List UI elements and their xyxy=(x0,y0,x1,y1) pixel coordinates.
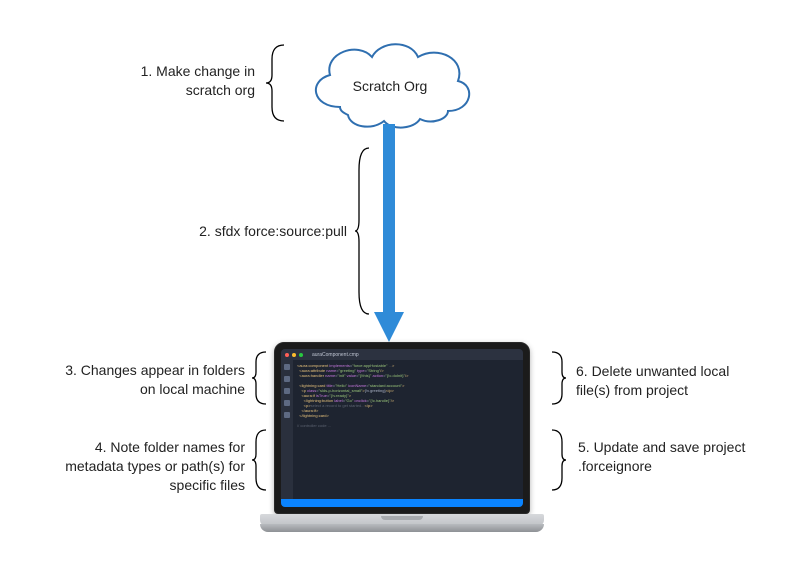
editor-taskbar xyxy=(281,499,523,507)
step6-label: 6. Delete unwanted local file(s) from pr… xyxy=(576,362,756,400)
laptop-foot xyxy=(260,524,544,532)
step3-label: 3. Changes appear in folders on local ma… xyxy=(65,361,245,399)
step3-brace xyxy=(250,350,268,406)
editor-titlebar: auraComponent.cmp xyxy=(281,349,523,360)
step4-label: 4. Note folder names for metadata types … xyxy=(60,438,245,495)
window-max-dot xyxy=(299,353,303,357)
editor-sidebar xyxy=(281,360,293,499)
step4-brace xyxy=(250,428,268,492)
editor-tab: auraComponent.cmp xyxy=(312,352,359,358)
sidebar-icon xyxy=(284,388,290,394)
laptop: auraComponent.cmp <aura:component implem… xyxy=(260,342,544,532)
window-close-dot xyxy=(285,353,289,357)
sidebar-icon xyxy=(284,376,290,382)
code-editor-window: auraComponent.cmp <aura:component implem… xyxy=(281,349,523,507)
sidebar-icon xyxy=(284,364,290,370)
step2-label: 2. sfdx force:source:pull xyxy=(142,222,347,241)
sidebar-icon xyxy=(284,412,290,418)
laptop-screen: auraComponent.cmp <aura:component implem… xyxy=(274,342,530,514)
sidebar-icon xyxy=(284,400,290,406)
down-arrow xyxy=(374,124,404,344)
step6-brace xyxy=(550,350,568,406)
step5-label: 5. Update and save project .forceignore xyxy=(578,438,773,476)
step1-label: 1. Make change in scratch org xyxy=(110,62,255,100)
cloud-label: Scratch Org xyxy=(340,78,440,94)
laptop-notch xyxy=(381,516,423,520)
window-min-dot xyxy=(292,353,296,357)
diagram-canvas: { "cloud": { "label": "Scratch Org" }, "… xyxy=(0,0,800,573)
step1-brace xyxy=(264,43,288,123)
code-editor: <aura:component implements="force:appHos… xyxy=(293,360,523,499)
step5-brace xyxy=(550,428,568,492)
step2-brace xyxy=(353,146,371,316)
